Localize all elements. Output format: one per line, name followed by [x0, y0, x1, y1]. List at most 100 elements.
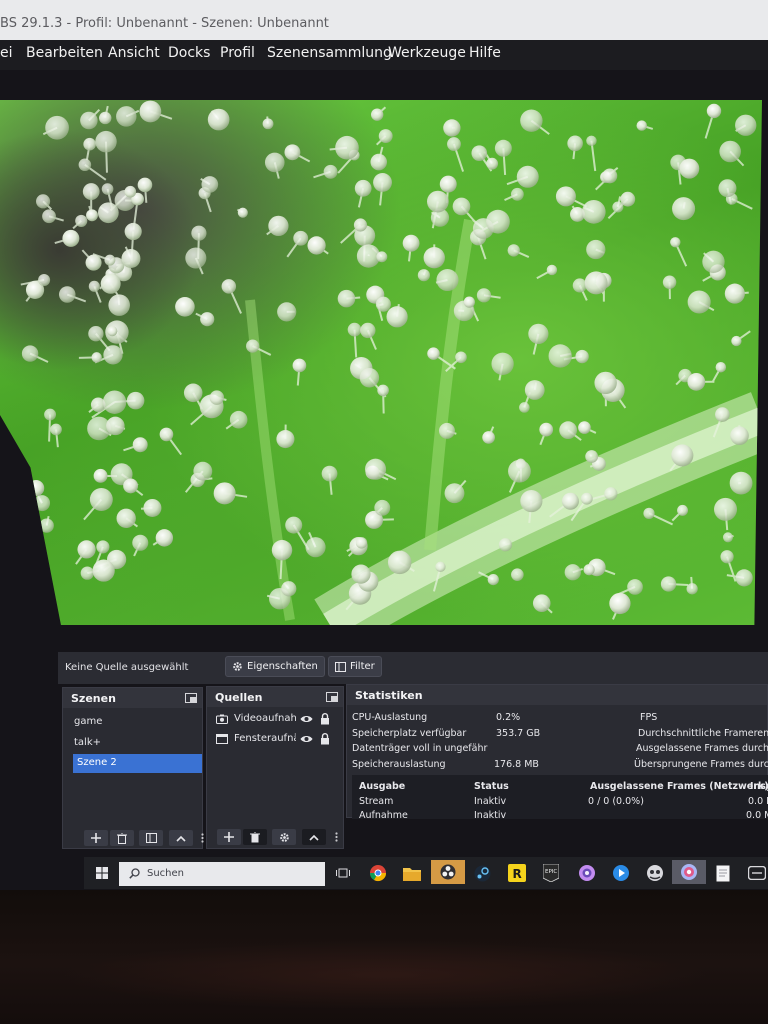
steam-button[interactable] — [471, 862, 493, 884]
obs-button[interactable] — [431, 860, 465, 884]
chrome-button[interactable] — [367, 862, 389, 884]
trichome-bulb — [548, 344, 572, 368]
app-button-4[interactable] — [672, 860, 706, 884]
eye-icon[interactable] — [300, 714, 313, 724]
task-view-button[interactable] — [332, 862, 354, 884]
svg-text:R: R — [513, 867, 522, 881]
steam-icon — [474, 865, 490, 881]
trichome-bulb — [143, 498, 162, 517]
remove-scene-button[interactable] — [110, 830, 134, 846]
scene-item-szene-2[interactable]: Szene 2 — [73, 754, 202, 773]
trichome-bulb — [609, 592, 631, 615]
search-icon — [129, 868, 140, 879]
more-icon — [334, 832, 338, 842]
trichome-bulb — [567, 135, 583, 152]
add-scene-button[interactable] — [84, 830, 108, 846]
lock-icon[interactable] — [320, 733, 330, 745]
undock-icon[interactable] — [185, 693, 197, 703]
start-button[interactable] — [91, 862, 113, 884]
scene-filters-button[interactable] — [139, 830, 163, 846]
menu-file[interactable]: ei — [0, 45, 13, 61]
menu-scene-collection[interactable]: Szenensammlung — [267, 45, 392, 61]
menu-tools[interactable]: Werkzeuge — [388, 45, 466, 61]
trichome-bulb — [229, 410, 248, 429]
trichome-bulb — [101, 183, 114, 195]
desk-reflection — [60, 940, 710, 1010]
epic-games-button[interactable]: EPIC — [540, 862, 562, 884]
app-button-2[interactable] — [610, 862, 632, 884]
trichome-bulb — [360, 322, 376, 339]
menu-help[interactable]: Hilfe — [469, 45, 501, 61]
lock-icon[interactable] — [320, 713, 330, 725]
properties-label: Eigenschaften — [247, 661, 318, 672]
trichome-bulb — [373, 172, 392, 192]
taskbar-search[interactable]: Suchen — [119, 862, 325, 886]
move-scene-up-button[interactable] — [169, 830, 193, 846]
trichome-bulb — [487, 573, 499, 586]
trichome-bulb — [520, 489, 543, 513]
trichome-bulb — [121, 249, 141, 268]
table-cell: 0 / 0 (0.0%) — [588, 796, 644, 807]
trichome-bulb — [604, 487, 618, 501]
trichome-bulb — [583, 564, 595, 576]
trichome-bulb — [594, 371, 617, 395]
trichome-bulb — [95, 130, 117, 153]
filter-icon — [145, 833, 157, 843]
notepad-button[interactable] — [712, 862, 734, 884]
trichome-bulb — [435, 561, 446, 572]
source-item-window[interactable]: Fensteraufnä — [214, 731, 339, 749]
trichome-bulb — [237, 207, 248, 218]
trichome-bulb — [735, 569, 753, 587]
preview-canvas[interactable] — [0, 100, 762, 625]
notepad-icon — [716, 865, 730, 881]
undock-icon[interactable] — [326, 692, 338, 702]
trichome-bulb — [519, 402, 530, 413]
filter-icon — [335, 661, 346, 672]
stat-label: FPS — [640, 712, 658, 723]
trichome-bulb — [221, 279, 237, 294]
menu-edit[interactable]: Bearbeiten — [26, 45, 103, 61]
menu-view[interactable]: Ansicht — [108, 45, 160, 61]
trichome-bulb — [139, 100, 162, 123]
add-source-button[interactable] — [217, 829, 241, 845]
trichome-bulb — [715, 407, 730, 422]
chrome-icon — [369, 865, 387, 882]
trichome-bulb — [246, 339, 260, 353]
scene-item-talk[interactable]: talk+ — [70, 734, 196, 753]
file-explorer-button[interactable] — [401, 862, 423, 884]
move-source-up-button[interactable] — [302, 829, 326, 845]
eye-icon[interactable] — [300, 734, 313, 744]
source-properties-button[interactable] — [272, 829, 296, 845]
trichome-bulb — [281, 581, 297, 597]
app-button-3[interactable] — [644, 862, 666, 884]
app-button-5[interactable] — [746, 862, 768, 884]
trichome-bulb — [271, 539, 293, 561]
rockstar-button[interactable]: R — [506, 862, 528, 884]
app-icon-4 — [681, 864, 697, 880]
source-more-button[interactable] — [331, 829, 341, 845]
trichome-bulb — [498, 538, 513, 552]
source-item-video[interactable]: Videoaufnah — [214, 711, 339, 729]
trichome-bulb — [292, 358, 307, 373]
filter-button[interactable]: Filter — [328, 656, 382, 677]
trichome-bulb — [50, 423, 62, 436]
trichome-bulb — [268, 215, 289, 237]
gear-icon — [233, 662, 242, 671]
trichome-bulb — [183, 383, 203, 403]
properties-button[interactable]: Eigenschaften — [225, 656, 325, 677]
menu-profile[interactable]: Profil — [220, 45, 255, 61]
trichome-bulb — [507, 244, 520, 257]
start-icon — [96, 867, 108, 879]
trichome-bulb — [307, 236, 326, 255]
remove-source-button[interactable] — [243, 829, 267, 845]
app-button-1[interactable] — [576, 862, 598, 884]
trichome-bulb — [85, 254, 102, 271]
trichome-bulb — [88, 280, 100, 292]
trichome-bulb — [572, 278, 587, 293]
trichome-bulb — [439, 175, 457, 193]
scene-item-game[interactable]: game — [70, 713, 196, 732]
trichome-bulb — [580, 492, 593, 505]
trichome-bulb — [213, 482, 236, 505]
trichome-bulb — [116, 508, 136, 528]
menu-docks[interactable]: Docks — [168, 45, 210, 61]
